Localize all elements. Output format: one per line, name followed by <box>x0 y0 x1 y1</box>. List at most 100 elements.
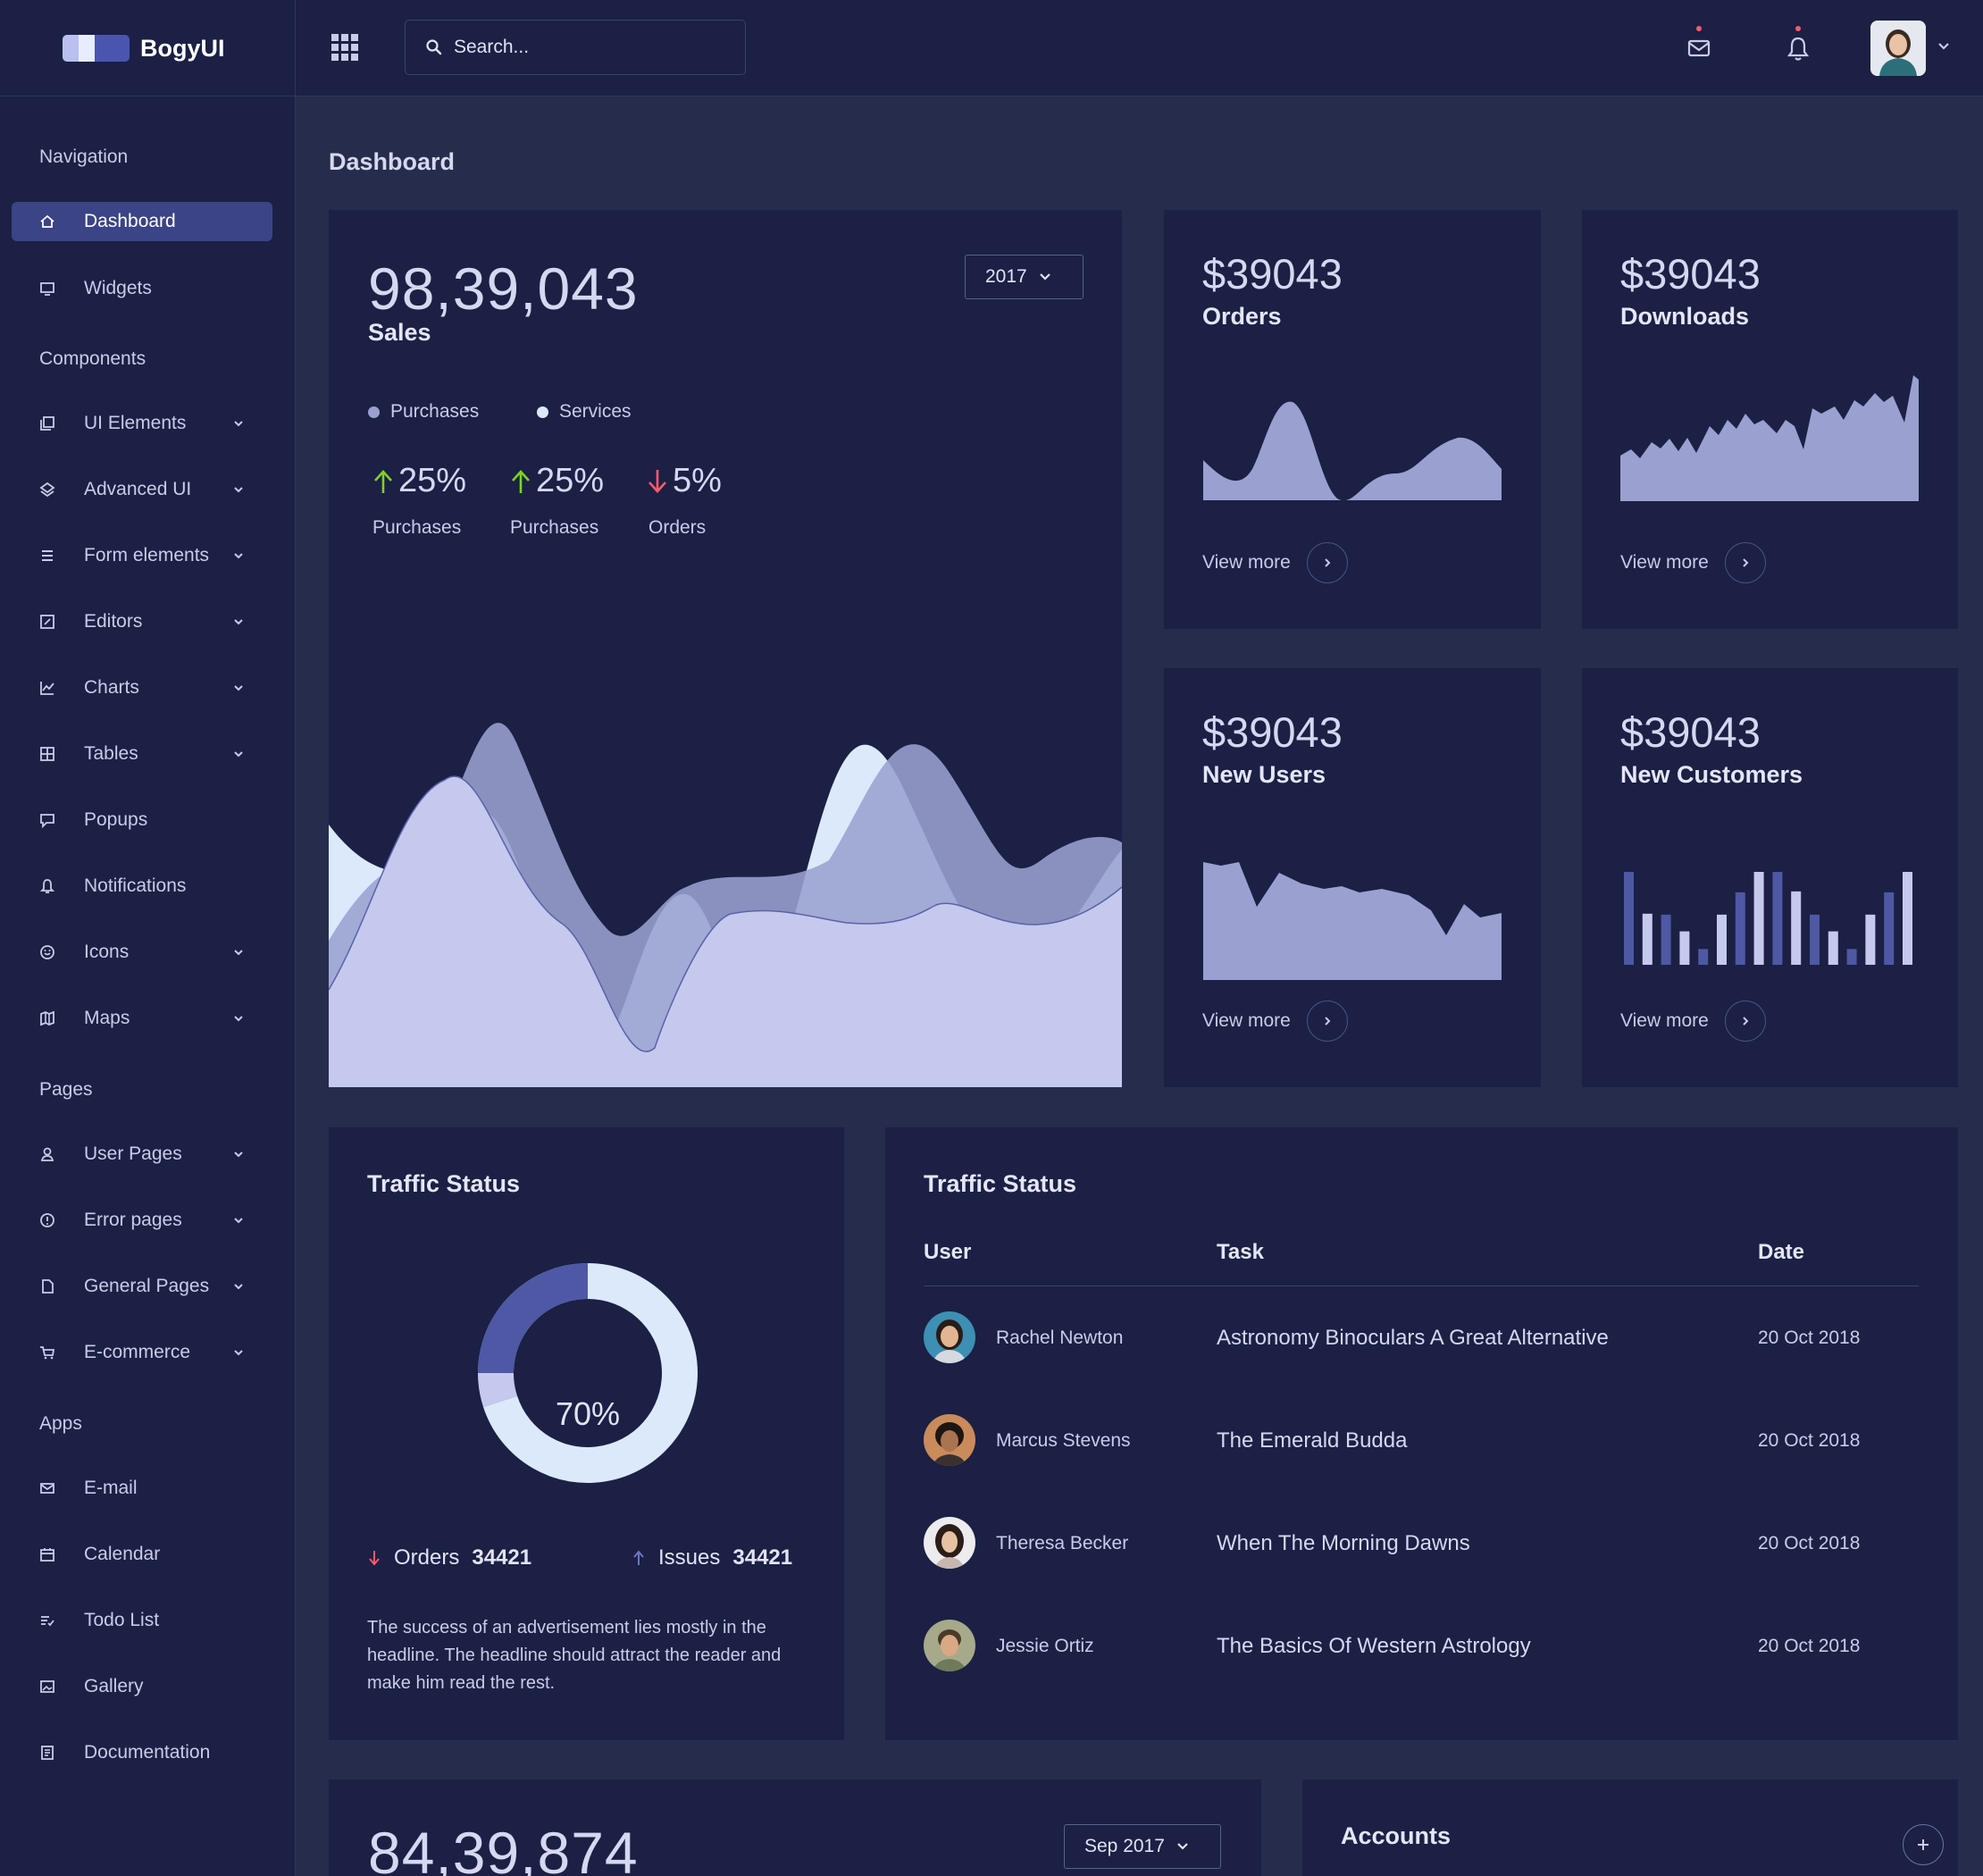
message-icon <box>40 814 54 829</box>
sidebar-item-editors[interactable]: Editors <box>12 602 272 641</box>
sidebar-item-ui-elements[interactable]: UI Elements <box>12 404 272 443</box>
legend-item-services: Services <box>537 401 632 423</box>
row-task: The Basics Of Western Astrology <box>1217 1634 1531 1658</box>
avatar <box>924 1311 975 1363</box>
sidebar-item-widgets[interactable]: Widgets <box>12 269 272 308</box>
stat-purchases-2: 25% <box>509 462 604 500</box>
sidebar-item-gallery[interactable]: Gallery <box>12 1667 272 1706</box>
year-select[interactable]: 2017 <box>965 255 1084 299</box>
user-avatar[interactable] <box>1870 21 1926 76</box>
table-row[interactable]: Theresa Becker When The Morning Dawns 20… <box>885 1517 1957 1570</box>
chevron-down-icon <box>234 421 243 427</box>
search-icon <box>426 39 442 55</box>
sidebar-item-label: Todo List <box>84 1610 160 1630</box>
table-row[interactable]: Rachel Newton Astronomy Binoculars A Gre… <box>885 1311 1957 1365</box>
apps-grid-icon[interactable] <box>331 34 358 61</box>
sidebar-item-maps[interactable]: Maps <box>12 999 272 1038</box>
chevron-down-icon[interactable] <box>1937 39 1951 54</box>
avatar <box>924 1414 975 1466</box>
chevron-down-icon <box>234 1284 243 1290</box>
sales-value: 98,39,043 <box>368 255 639 322</box>
chevron-right-icon[interactable] <box>1724 1001 1766 1042</box>
sidebar-item-icons[interactable]: Icons <box>12 933 272 972</box>
list-icon <box>42 550 53 561</box>
sidebar-item-error-pages[interactable]: Error pages <box>12 1201 272 1240</box>
sidebar-item-user-pages[interactable]: User Pages <box>12 1135 272 1174</box>
brand[interactable]: BogyUI <box>0 0 296 96</box>
page-title: Dashboard <box>329 148 456 175</box>
row-date: 20 Oct 2018 <box>1758 1533 1861 1554</box>
chevron-right-icon[interactable] <box>1306 542 1348 583</box>
table-row[interactable]: Jessie Ortiz The Basics Of Western Astro… <box>885 1620 1957 1673</box>
row-user: Theresa Becker <box>996 1533 1129 1554</box>
sidebar-item-label: Icons <box>84 942 130 962</box>
section-navigation: Navigation <box>39 147 129 167</box>
line-chart-icon <box>40 682 54 695</box>
sidebar-item-e-commerce[interactable]: E-commerce <box>12 1333 272 1372</box>
mail-button[interactable] <box>1684 26 1714 66</box>
sidebar-item-label: Charts <box>84 677 139 698</box>
downloads-label: Downloads <box>1620 303 1750 330</box>
bell-icon <box>39 879 55 893</box>
sidebar-item-documentation[interactable]: Documentation <box>12 1733 272 1772</box>
sidebar-item-label: E-commerce <box>84 1342 191 1362</box>
sidebar-item-general-pages[interactable]: General Pages <box>12 1267 272 1306</box>
issues-stat: Issues 34421 <box>632 1545 792 1570</box>
revenue-card: 84,39,874 Sep 2017 <box>329 1780 1261 1876</box>
section-apps: Apps <box>39 1413 82 1434</box>
arrow-up-icon <box>374 469 392 493</box>
traffic-status-card: Traffic Status 70% Orders 34421 Issues 3… <box>329 1127 844 1740</box>
traffic-status-title: Traffic Status <box>367 1170 521 1197</box>
avatar <box>924 1517 975 1569</box>
sidebar-item-calendar[interactable]: Calendar <box>12 1535 272 1574</box>
image-icon <box>40 1680 54 1693</box>
row-task: The Emerald Budda <box>1217 1428 1408 1453</box>
orders-view-more[interactable]: View more <box>1202 542 1348 583</box>
sidebar-item-label: Error pages <box>84 1210 182 1230</box>
legend-label: Services <box>559 401 632 422</box>
arrow-up-icon <box>512 469 530 493</box>
customers-bar <box>1884 892 1895 965</box>
chevron-down-icon <box>234 553 243 559</box>
new-users-view-more[interactable]: View more <box>1202 1001 1348 1042</box>
sales-card: 98,39,043 Sales 2017 Purchases Services … <box>329 210 1122 1087</box>
donut-percent: 70% <box>555 1395 621 1432</box>
row-task: When The Morning Dawns <box>1217 1531 1470 1555</box>
sidebar-item-charts[interactable]: Charts <box>12 668 272 708</box>
sidebar-item-e-mail[interactable]: E-mail <box>12 1469 272 1508</box>
sidebar-item-label: Notifications <box>84 875 187 896</box>
month-select[interactable]: Sep 2017 <box>1064 1824 1221 1869</box>
sidebar-item-todo-list[interactable]: Todo List <box>12 1601 272 1640</box>
bell-icon <box>1786 37 1810 61</box>
new-customers-card: $39043 New Customers View more <box>1582 668 1958 1087</box>
chevron-down-icon <box>234 1350 243 1356</box>
sidebar-item-form-elements[interactable]: Form elements <box>12 536 272 575</box>
column-header-user: User <box>924 1240 972 1264</box>
stat-label: Purchases <box>372 517 462 538</box>
downloads-view-more[interactable]: View more <box>1620 542 1766 583</box>
sidebar-item-notifications[interactable]: Notifications <box>12 867 272 906</box>
add-account-button[interactable] <box>1903 1824 1944 1865</box>
sidebar-item-tables[interactable]: Tables <box>12 734 272 774</box>
chevron-right-icon[interactable] <box>1724 542 1766 583</box>
sidebar-item-dashboard[interactable]: Dashboard <box>12 202 272 241</box>
chevron-right-icon[interactable] <box>1306 1001 1348 1042</box>
notifications-button[interactable] <box>1783 26 1813 66</box>
new-customers-label: New Customers <box>1620 761 1803 788</box>
customers-bar <box>1903 872 1912 965</box>
sidebar-item-label: Widgets <box>84 278 152 298</box>
sidebar-item-popups[interactable]: Popups <box>12 800 272 840</box>
sidebar-item-label: UI Elements <box>84 413 187 433</box>
table-row[interactable]: Marcus Stevens The Emerald Budda 20 Oct … <box>885 1414 1957 1468</box>
new-customers-view-more[interactable]: View more <box>1620 1001 1766 1042</box>
legend-label: Purchases <box>390 401 480 422</box>
traffic-description: The success of an advertisement lies mos… <box>367 1618 782 1693</box>
copy-icon <box>40 416 54 431</box>
search-input[interactable]: Search... <box>405 20 746 75</box>
sidebar-item-label: Documentation <box>84 1742 211 1763</box>
stat-purchases-1: 25% <box>372 462 466 500</box>
month-select-value: Sep 2017 <box>1084 1836 1165 1856</box>
stat-orders: 5% <box>646 462 722 500</box>
sidebar-item-advanced-ui[interactable]: Advanced UI <box>12 470 272 509</box>
sales-label: Sales <box>368 319 431 346</box>
